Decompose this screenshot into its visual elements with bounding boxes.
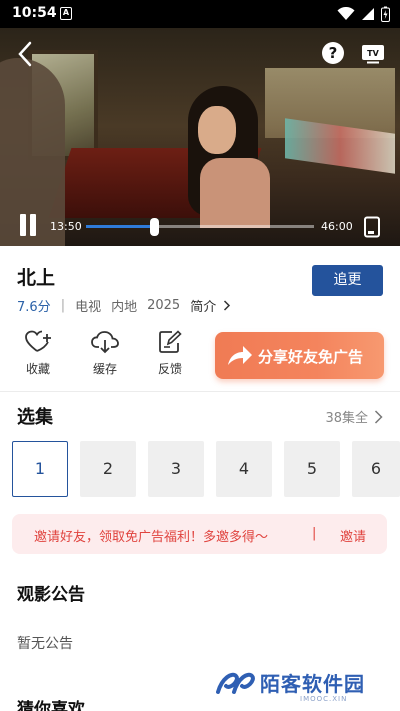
meta-separator: | bbox=[60, 298, 66, 313]
episode-button[interactable]: 1 bbox=[12, 441, 68, 497]
feedback-button[interactable]: 反馈 bbox=[146, 330, 194, 377]
episode-button[interactable]: 4 bbox=[216, 441, 272, 497]
chevron-right-icon bbox=[224, 300, 231, 311]
intro-link[interactable]: 简介 bbox=[190, 296, 231, 315]
wifi-icon bbox=[337, 7, 355, 20]
follow-button[interactable]: 追更 bbox=[312, 265, 383, 296]
feedback-label: 反馈 bbox=[157, 362, 182, 376]
watermark-sub: IMOOC.XIN bbox=[300, 695, 348, 703]
progress-bar[interactable] bbox=[86, 218, 314, 236]
invite-banner[interactable]: 邀请好友，领取免广告福利！多邀多得～ | 邀请 bbox=[12, 514, 387, 554]
total-time: 46:00 bbox=[321, 220, 353, 233]
episode-button[interactable]: 5 bbox=[284, 441, 340, 497]
invite-separator: | bbox=[312, 526, 317, 541]
fullscreen-icon[interactable] bbox=[362, 216, 382, 238]
edit-note-icon bbox=[159, 330, 182, 353]
cache-button[interactable]: 缓存 bbox=[81, 330, 129, 377]
svg-text:TV: TV bbox=[367, 49, 379, 58]
favorite-button[interactable]: 收藏 bbox=[14, 330, 62, 377]
notice-title: 观影公告 bbox=[17, 585, 85, 605]
back-arrow-icon[interactable] bbox=[14, 40, 38, 68]
guess-title: 猜你喜欢 bbox=[17, 700, 85, 711]
favorite-label: 收藏 bbox=[25, 362, 50, 376]
region: 内地 bbox=[111, 300, 138, 315]
cloud-download-icon bbox=[91, 331, 119, 354]
watermark: 陌客软件园 IMOOC.XIN bbox=[216, 664, 396, 708]
section-divider bbox=[0, 391, 400, 392]
show-meta: 7.6分 | 电视 内地 2025 简介 bbox=[17, 296, 231, 315]
help-icon[interactable]: ? bbox=[322, 42, 344, 64]
invite-link[interactable]: 邀请 bbox=[340, 526, 366, 545]
battery-icon bbox=[381, 6, 390, 22]
pause-icon[interactable] bbox=[18, 214, 38, 236]
invite-text: 邀请好友，领取免广告福利！多邀多得～ bbox=[34, 530, 269, 545]
all-episodes-link[interactable]: 38集全 bbox=[325, 407, 383, 426]
episode-button[interactable]: 6 bbox=[352, 441, 400, 497]
signal-icon bbox=[362, 8, 374, 20]
episode-button[interactable]: 3 bbox=[148, 441, 204, 497]
current-time: 13:50 bbox=[50, 220, 82, 233]
share-arrow-icon bbox=[228, 346, 252, 365]
cast-tv-icon[interactable]: TV bbox=[361, 42, 385, 64]
category: 电视 bbox=[75, 300, 102, 315]
rating: 7.6分 bbox=[17, 300, 51, 315]
cache-label: 缓存 bbox=[92, 362, 117, 376]
progress-fill bbox=[86, 225, 155, 228]
episode-button[interactable]: 2 bbox=[80, 441, 136, 497]
progress-thumb[interactable] bbox=[150, 218, 160, 236]
intro-label: 简介 bbox=[190, 300, 217, 315]
share-banner-text: 分享好友免广告 bbox=[258, 348, 364, 366]
share-free-ads-banner[interactable]: 分享好友免广告 bbox=[215, 332, 384, 379]
watermark-logo-icon bbox=[216, 672, 255, 694]
notification-icon: A bbox=[60, 7, 72, 20]
chevron-right-icon bbox=[374, 409, 383, 424]
notice-body: 暂无公告 bbox=[17, 636, 73, 652]
heart-plus-icon bbox=[25, 330, 51, 352]
player-controls: 13:50 46:00 bbox=[0, 212, 400, 242]
year: 2025 bbox=[147, 298, 181, 313]
status-time: 10:54 bbox=[12, 5, 57, 21]
video-scene-girl-face bbox=[198, 106, 236, 154]
watermark-name: 陌客软件园 bbox=[260, 672, 365, 696]
episodes-title: 选集 bbox=[17, 407, 53, 428]
status-bar: 10:54 A bbox=[0, 0, 400, 28]
show-title: 北上 bbox=[17, 267, 56, 289]
status-icons bbox=[337, 6, 390, 22]
all-episodes-label: 38集全 bbox=[325, 411, 368, 426]
